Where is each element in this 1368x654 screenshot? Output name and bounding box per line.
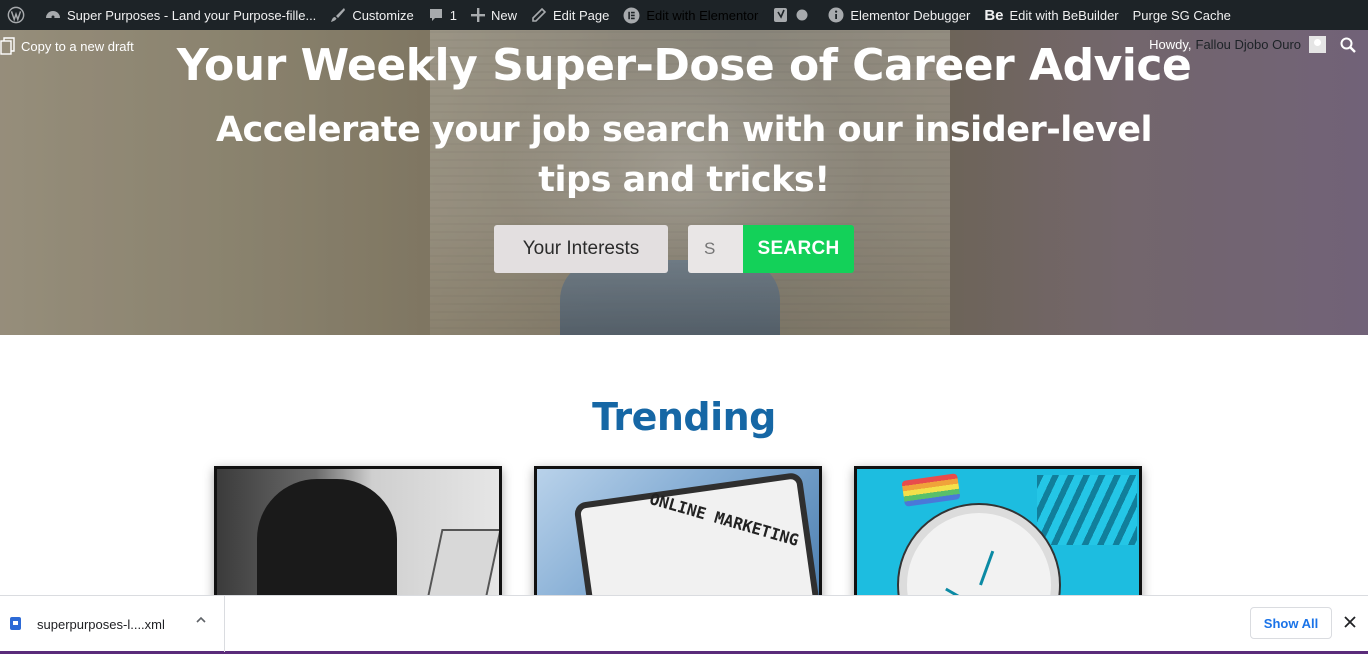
- bebuilder-icon: Be: [984, 6, 1004, 24]
- elementor-icon: [623, 7, 640, 24]
- search-button[interactable]: SEARCH: [743, 225, 854, 273]
- show-all-button[interactable]: Show All: [1250, 607, 1332, 639]
- close-icon[interactable]: [1341, 614, 1359, 632]
- pencil-icon: [531, 7, 547, 23]
- hero-subtitle: Accelerate your job search with our insi…: [215, 110, 1153, 200]
- yoast-seo-menu[interactable]: [765, 0, 821, 30]
- customize-label: Customize: [352, 7, 414, 23]
- edit-elementor-label: Edit with Elementor: [646, 7, 759, 23]
- color-palette-image: [901, 473, 961, 507]
- new-label: New: [490, 7, 517, 23]
- hero-title: Your Weekly Super-Dose of Career Advice: [176, 40, 1192, 91]
- wordpress-icon: [7, 6, 25, 24]
- edit-with-elementor-link[interactable]: Edit with Elementor: [616, 0, 765, 30]
- download-item[interactable]: superpurposes-l....xml: [0, 596, 225, 652]
- purge-cache-label: Purge SG Cache: [1132, 7, 1231, 23]
- info-icon: [828, 7, 844, 23]
- download-shelf: superpurposes-l....xml Show All: [0, 595, 1368, 654]
- clock-image: [899, 505, 1059, 603]
- seo-score-dot-icon: [796, 9, 808, 21]
- yoast-icon: [772, 6, 790, 24]
- search-input[interactable]: [688, 225, 744, 273]
- file-icon: [10, 617, 21, 630]
- new-content-menu[interactable]: New: [464, 0, 524, 30]
- download-file-name: superpurposes-l....xml: [37, 617, 165, 632]
- edit-page-link[interactable]: Edit Page: [524, 0, 616, 30]
- elementor-debugger-menu[interactable]: Elementor Debugger: [821, 0, 977, 30]
- edit-bebuilder-label: Edit with BeBuilder: [1009, 7, 1119, 23]
- your-interests-button[interactable]: Your Interests: [494, 225, 668, 273]
- comments-count: 1: [449, 7, 457, 23]
- stressed-person-image: [257, 479, 397, 603]
- customize-link[interactable]: Customize: [323, 0, 420, 30]
- comments-link[interactable]: 1: [421, 0, 464, 30]
- chevron-up-icon[interactable]: [193, 614, 209, 630]
- plus-icon: [470, 8, 485, 22]
- site-name-menu[interactable]: Super Purposes - Land your Purpose-fille…: [38, 0, 323, 30]
- trending-card-1[interactable]: [214, 466, 502, 606]
- edit-page-label: Edit Page: [552, 7, 610, 23]
- admin-bar: Super Purposes - Land your Purpose-fille…: [0, 0, 1368, 30]
- pens-image: [1037, 475, 1137, 545]
- elementor-debugger-label: Elementor Debugger: [850, 7, 971, 23]
- trending-card-2[interactable]: ONLINE MARKETING: [534, 466, 822, 606]
- comment-icon: [428, 7, 444, 23]
- purge-sg-cache-link[interactable]: Purge SG Cache: [1126, 0, 1238, 30]
- brush-icon: [330, 7, 346, 23]
- trending-heading: Trending: [592, 395, 776, 439]
- wordpress-logo-menu[interactable]: [0, 0, 38, 30]
- site-title: Super Purposes - Land your Purpose-fille…: [67, 7, 317, 23]
- edit-with-bebuilder-link[interactable]: Be Edit with BeBuilder: [977, 0, 1125, 30]
- trending-card-3[interactable]: [854, 466, 1142, 606]
- dashboard-icon: [45, 7, 61, 23]
